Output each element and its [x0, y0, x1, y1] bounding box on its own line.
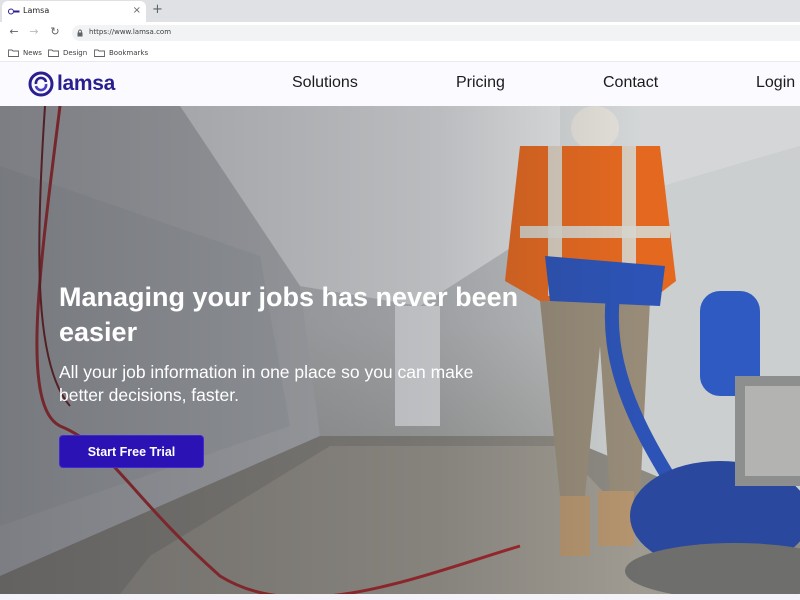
forward-button[interactable]: → [27, 25, 41, 39]
browser-tab[interactable]: Lamsa × [2, 1, 146, 22]
lamsa-logo-icon [28, 71, 54, 97]
brand-logo-link[interactable]: lamsa [28, 70, 115, 98]
site-header: lamsa Solutions Pricing Contact Login [0, 62, 800, 106]
bookmarks-bar: News Design Bookmarks [0, 43, 800, 62]
hero-subtitle: All your job information in one place so… [59, 362, 474, 405]
reload-button[interactable]: ↻ [48, 25, 62, 39]
new-tab-button[interactable]: + [152, 3, 163, 17]
back-button[interactable]: ← [7, 25, 21, 39]
bookmark-bookmarks[interactable]: Bookmarks [94, 47, 148, 58]
bookmark-design[interactable]: Design [48, 47, 87, 58]
folder-icon [8, 49, 19, 57]
url-text: https://www.lamsa.com [89, 28, 172, 36]
nav-login[interactable]: Login [756, 74, 795, 92]
bookmark-label: Design [63, 48, 88, 57]
bookmark-label: News [23, 48, 42, 57]
start-free-trial-button[interactable]: Start Free Trial [59, 435, 204, 468]
bookmark-news[interactable]: News [8, 47, 42, 58]
tab-close-icon[interactable]: × [133, 5, 141, 17]
hero-overlay [0, 106, 800, 594]
hero-section: Managing your jobs has never been easier… [0, 106, 800, 594]
nav-contact[interactable]: Contact [603, 74, 658, 92]
page-bottom-edge [0, 594, 800, 600]
lamsa-favicon-icon [8, 8, 20, 15]
lock-icon [77, 29, 83, 37]
brand-name: lamsa [57, 72, 116, 95]
tab-title: Lamsa [23, 6, 50, 15]
bookmark-label: Bookmarks [109, 48, 149, 57]
folder-icon [48, 49, 59, 57]
hero-title: Managing your jobs has never been easier [59, 282, 519, 347]
browser-toolbar: ← → ↻ https://www.lamsa.com [0, 22, 800, 43]
nav-solutions[interactable]: Solutions [292, 74, 358, 92]
browser-tabstrip: Lamsa × + [0, 0, 800, 22]
nav-pricing[interactable]: Pricing [456, 74, 505, 92]
folder-icon [94, 49, 105, 57]
address-bar[interactable]: https://www.lamsa.com [72, 25, 800, 41]
